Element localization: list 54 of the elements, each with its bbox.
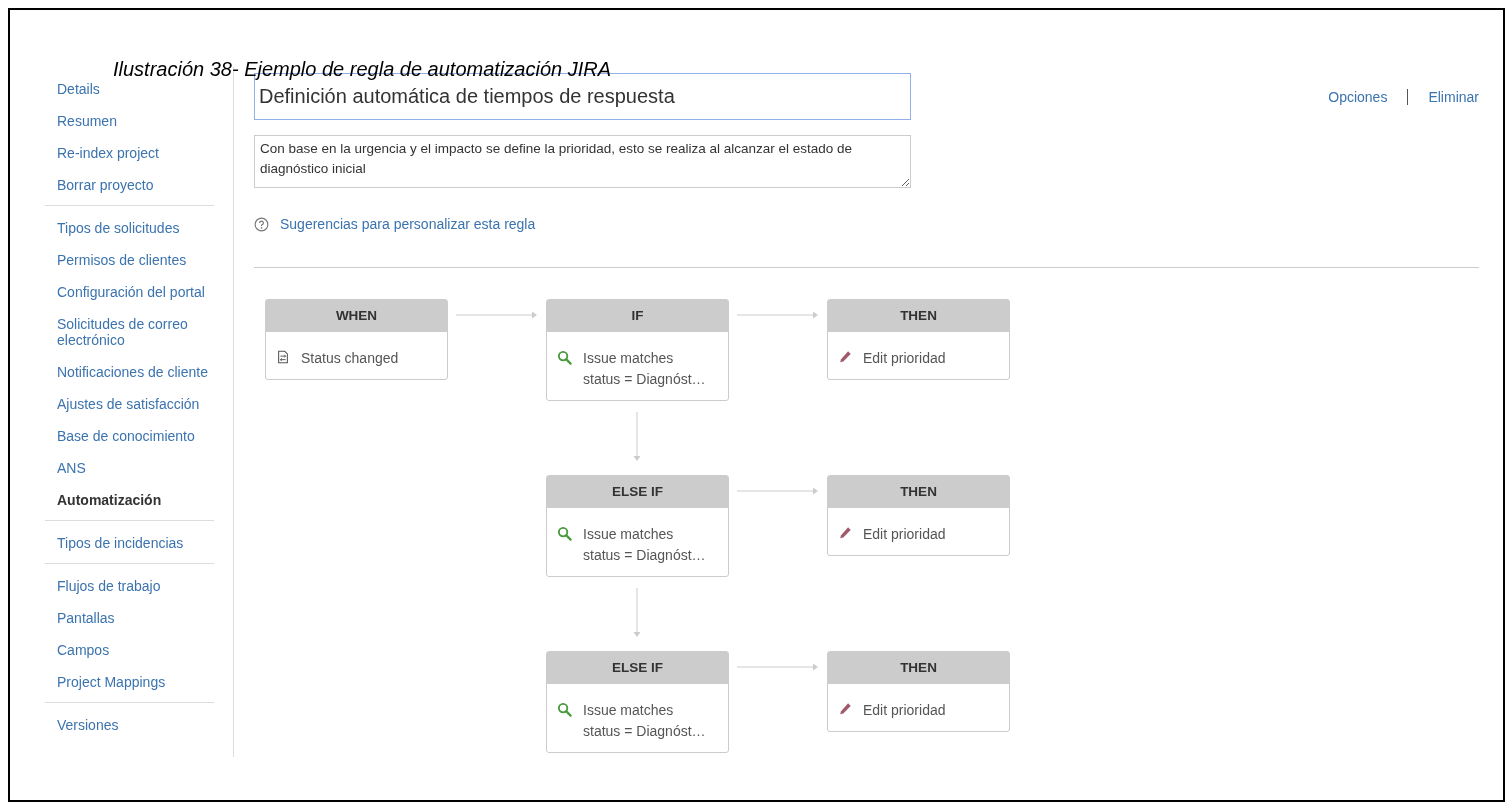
sidebar-item[interactable]: Base de conocimiento xyxy=(45,420,214,452)
sidebar-item[interactable]: Notificaciones de cliente xyxy=(45,356,214,388)
rule-component-card[interactable]: THEN Edit prioridad xyxy=(827,651,1010,732)
sidebar-item[interactable]: Resumen xyxy=(45,105,214,137)
pencil-icon xyxy=(838,350,852,364)
search-icon xyxy=(557,702,572,717)
component-text: Issue matches xyxy=(583,349,675,368)
component-text: Edit prioridad xyxy=(863,701,946,720)
component-header: ELSE IF xyxy=(547,652,728,684)
sidebar-item[interactable]: Re-index project xyxy=(45,137,214,169)
search-icon xyxy=(557,350,572,365)
component-header: WHEN xyxy=(266,300,447,332)
sidebar-item[interactable]: Project Mappings xyxy=(45,666,214,698)
component-text: status = Diagnóst… xyxy=(583,722,706,741)
sidebar-item[interactable]: Automatización xyxy=(45,484,214,516)
action-link[interactable]: Opciones xyxy=(1328,89,1388,105)
sidebar-item[interactable]: Borrar proyecto xyxy=(45,169,214,201)
sidebar-item[interactable]: Configuración del portal xyxy=(45,276,214,308)
rule-component-card[interactable]: ELSE IF Issue matches status = Diagnóst… xyxy=(546,475,729,577)
component-text: Edit prioridad xyxy=(863,525,946,544)
component-header: THEN xyxy=(828,300,1009,332)
component-text: Issue matches xyxy=(583,525,675,544)
sidebar-item[interactable]: Solicitudes de correo electrónico xyxy=(45,308,214,356)
rule-component-card[interactable]: ELSE IF Issue matches status = Diagnóst… xyxy=(546,651,729,753)
sidebar-item[interactable]: Pantallas xyxy=(45,602,214,634)
sidebar-item[interactable]: Ajustes de satisfacción xyxy=(45,388,214,420)
sidebar-item[interactable]: ANS xyxy=(45,452,214,484)
component-text: Status changed xyxy=(301,349,399,368)
action-link[interactable]: Eliminar xyxy=(1428,89,1479,105)
pencil-icon xyxy=(838,526,852,540)
component-text: status = Diagnóst… xyxy=(583,546,706,565)
sidebar-item[interactable]: Tipos de solicitudes xyxy=(45,212,214,244)
pencil-icon xyxy=(838,702,852,716)
description-field[interactable]: Con base en la urgencia y el impacto se define la prioridad, esto se realiza al alcanzar el estado de diagnóstico inicial xyxy=(254,135,911,188)
help-icon xyxy=(254,216,269,232)
search-icon xyxy=(557,526,572,541)
sidebar-item[interactable]: Tipos de incidencias xyxy=(45,527,214,559)
component-text: Issue matches xyxy=(583,701,675,720)
sidebar-item[interactable]: Campos xyxy=(45,634,214,666)
document-arrows-icon xyxy=(276,350,290,364)
component-header: THEN xyxy=(828,652,1009,684)
sidebar-item[interactable]: Flujos de trabajo xyxy=(45,570,214,602)
help-link[interactable]: Sugerencias para personalizar esta regla xyxy=(280,216,536,232)
component-text: Edit prioridad xyxy=(863,349,946,368)
rule-component-card[interactable]: THEN Edit prioridad xyxy=(827,299,1010,380)
component-header: THEN xyxy=(828,476,1009,508)
sidebar-item[interactable]: Permisos de clientes xyxy=(45,244,214,276)
sidebar-item[interactable]: Versiones xyxy=(45,709,214,741)
component-text: status = Diagnóst… xyxy=(583,370,706,389)
component-header: IF xyxy=(547,300,728,332)
component-header: ELSE IF xyxy=(547,476,728,508)
rule-component-card[interactable]: WHEN Status changed xyxy=(265,299,448,380)
rule-component-card[interactable]: IF Issue matches status = Diagnóst… xyxy=(546,299,729,401)
rule-component-card[interactable]: THEN Edit prioridad xyxy=(827,475,1010,556)
